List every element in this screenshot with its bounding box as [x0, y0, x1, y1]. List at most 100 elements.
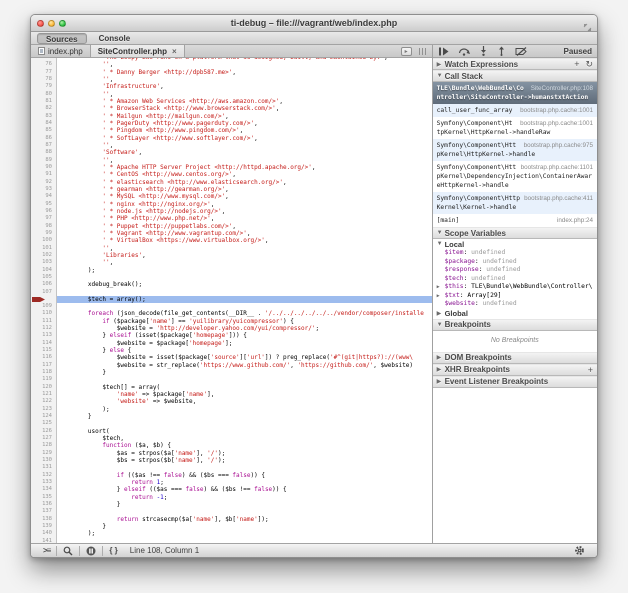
- resize-icon[interactable]: [583, 19, 592, 37]
- line-number[interactable]: 139: [31, 523, 56, 530]
- pretty-print-button[interactable]: { }: [103, 544, 123, 557]
- section-breakpoints[interactable]: ▼ Breakpoints: [433, 319, 597, 331]
- show-panel-icon[interactable]: ▸: [401, 47, 412, 56]
- line-number[interactable]: 96: [31, 208, 56, 215]
- line-number[interactable]: 82: [31, 105, 56, 112]
- gear-icon[interactable]: [568, 544, 591, 557]
- chevron-right-icon[interactable]: ▶: [437, 292, 445, 301]
- close-tab-icon[interactable]: ×: [170, 47, 177, 56]
- line-number[interactable]: 117: [31, 362, 56, 369]
- code-line[interactable]: [57, 303, 432, 310]
- code-line[interactable]: ' * BrowserStack <http://www.browserstac…: [57, 105, 432, 112]
- code-line[interactable]: }: [57, 369, 432, 376]
- line-number[interactable]: 99: [31, 230, 56, 237]
- line-number[interactable]: 107: [31, 289, 56, 296]
- line-number[interactable]: 136: [31, 501, 56, 508]
- line-number[interactable]: 109: [31, 303, 56, 310]
- code-line[interactable]: 'Software',: [57, 149, 432, 156]
- code-line[interactable]: [57, 508, 432, 515]
- line-number[interactable]: 126: [31, 428, 56, 435]
- code-line[interactable]: ' * Danny Berger <http://dpb587.me>',: [57, 69, 432, 76]
- code-line[interactable]: '',: [57, 157, 432, 164]
- code-line[interactable]: $website = isset($package['source']['url…: [57, 354, 432, 361]
- code-line[interactable]: '',: [57, 61, 432, 68]
- minimize-button[interactable]: [48, 20, 55, 27]
- code-line[interactable]: }: [57, 523, 432, 530]
- code-line[interactable]: ' * nginx <http://nginx.org/>',: [57, 201, 432, 208]
- section-scope-variables[interactable]: ▼ Scope Variables: [433, 227, 597, 239]
- line-number[interactable]: 79: [31, 83, 56, 90]
- call-stack-frame[interactable]: bootstrap.php.cache:411Symfony\Component…: [433, 192, 597, 214]
- code-line[interactable]: '',: [57, 142, 432, 149]
- code-line[interactable]: ' * Amazon Web Services <http://aws.amaz…: [57, 98, 432, 105]
- code-line[interactable]: '',: [57, 76, 432, 83]
- line-number[interactable]: 77: [31, 69, 56, 76]
- pause-on-exceptions-button[interactable]: [80, 544, 102, 557]
- code-line[interactable]: ' * VirtualBox <https://www.virtualbox.o…: [57, 237, 432, 244]
- console-toggle-button[interactable]: >≡: [37, 544, 56, 557]
- code-line[interactable]: }: [57, 413, 432, 420]
- code-line[interactable]: ' * node.js <http://nodejs.org/>',: [57, 208, 432, 215]
- line-number[interactable]: 124: [31, 413, 56, 420]
- line-number[interactable]: 130: [31, 457, 56, 464]
- code-line[interactable]: $website = str_replace('https://www.gith…: [57, 362, 432, 369]
- code-line[interactable]: 'website' => $website,: [57, 398, 432, 405]
- line-number[interactable]: 138: [31, 516, 56, 523]
- section-xhr-breakpoints[interactable]: ▶ XHR Breakpoints +: [433, 364, 597, 376]
- code-line[interactable]: ' * Mailgun <http://mailgun.com/>',: [57, 113, 432, 120]
- code-line[interactable]: $bs = strpos($b['name'], '/');: [57, 457, 432, 464]
- section-dom-breakpoints[interactable]: ▶ DOM Breakpoints: [433, 352, 597, 364]
- call-stack-frame[interactable]: bootstrap.php.cache:975Symfony\Component…: [433, 139, 597, 161]
- code-line[interactable]: $tech = array();: [57, 296, 432, 303]
- step-out-button[interactable]: [497, 46, 506, 56]
- line-number[interactable]: 112: [31, 325, 56, 332]
- scope-variable-row[interactable]: $response: undefined: [433, 266, 597, 275]
- line-number[interactable]: 129: [31, 450, 56, 457]
- line-number[interactable]: 113: [31, 332, 56, 339]
- line-number[interactable]: 88: [31, 149, 56, 156]
- line-number[interactable]: 110: [31, 310, 56, 317]
- code-line[interactable]: $website = 'http://developer.yahoo.com/y…: [57, 325, 432, 332]
- scope-variable-row[interactable]: ▶$txt: Array[29]: [433, 292, 597, 301]
- scope-variable-row[interactable]: $tech: undefined: [433, 275, 597, 284]
- line-number[interactable]: 137: [31, 508, 56, 515]
- code-line[interactable]: ' * gearman <http://gearman.org/>',: [57, 186, 432, 193]
- code-line[interactable]: );: [57, 267, 432, 274]
- line-number[interactable]: 105: [31, 274, 56, 281]
- scope-variable-row[interactable]: ▶$this: TLE\Bundle\WebBundle\Controller\: [433, 283, 597, 292]
- scope-variable-row[interactable]: $website: undefined: [433, 300, 597, 309]
- code-line[interactable]: [57, 289, 432, 296]
- line-number[interactable]: 100: [31, 237, 56, 244]
- code-line[interactable]: if ($package['name'] == 'yuilibrary/yuic…: [57, 318, 432, 325]
- file-tab-sitecontroller-php[interactable]: SiteController.php ×: [90, 45, 185, 57]
- line-number[interactable]: 116: [31, 354, 56, 361]
- tab-console[interactable]: Console: [91, 33, 139, 44]
- pane-splitter-icon[interactable]: [417, 47, 428, 56]
- add-xhr-breakpoint-button[interactable]: +: [588, 365, 593, 375]
- code-line[interactable]: return strcasecmp($a['name'], $b['name']…: [57, 516, 432, 523]
- zoom-button[interactable]: [59, 20, 66, 27]
- code-line[interactable]: ' * PagerDuty <http://www.pagerduty.com/…: [57, 120, 432, 127]
- line-number[interactable]: 86: [31, 135, 56, 142]
- code-line[interactable]: ' * MySQL <http://www.mysql.com/>',: [57, 193, 432, 200]
- line-number[interactable]: 81: [31, 98, 56, 105]
- line-number[interactable]: 101: [31, 245, 56, 252]
- line-number[interactable]: 83: [31, 113, 56, 120]
- scope-global-group[interactable]: ▶ Global: [433, 309, 597, 319]
- line-number[interactable]: 114: [31, 340, 56, 347]
- code-line[interactable]: $as = strpos($a['name'], '/');: [57, 450, 432, 457]
- line-number[interactable]: 95: [31, 201, 56, 208]
- line-number[interactable]: 118: [31, 369, 56, 376]
- tab-sources[interactable]: Sources: [37, 33, 87, 44]
- search-icon[interactable]: [57, 544, 79, 557]
- code-line[interactable]: foreach (json_decode(file_get_contents(_…: [57, 310, 432, 317]
- line-number[interactable]: 102: [31, 252, 56, 259]
- line-number[interactable]: 127: [31, 435, 56, 442]
- scope-local-group[interactable]: ▼ Local: [433, 239, 597, 249]
- line-number-gutter[interactable]: 7576777879808182838485868788899091929394…: [31, 58, 57, 543]
- line-number[interactable]: 106: [31, 281, 56, 288]
- code-line[interactable]: );: [57, 406, 432, 413]
- code-line[interactable]: '',: [57, 91, 432, 98]
- line-number[interactable]: 93: [31, 186, 56, 193]
- scope-variable-row[interactable]: $item: undefined: [433, 249, 597, 258]
